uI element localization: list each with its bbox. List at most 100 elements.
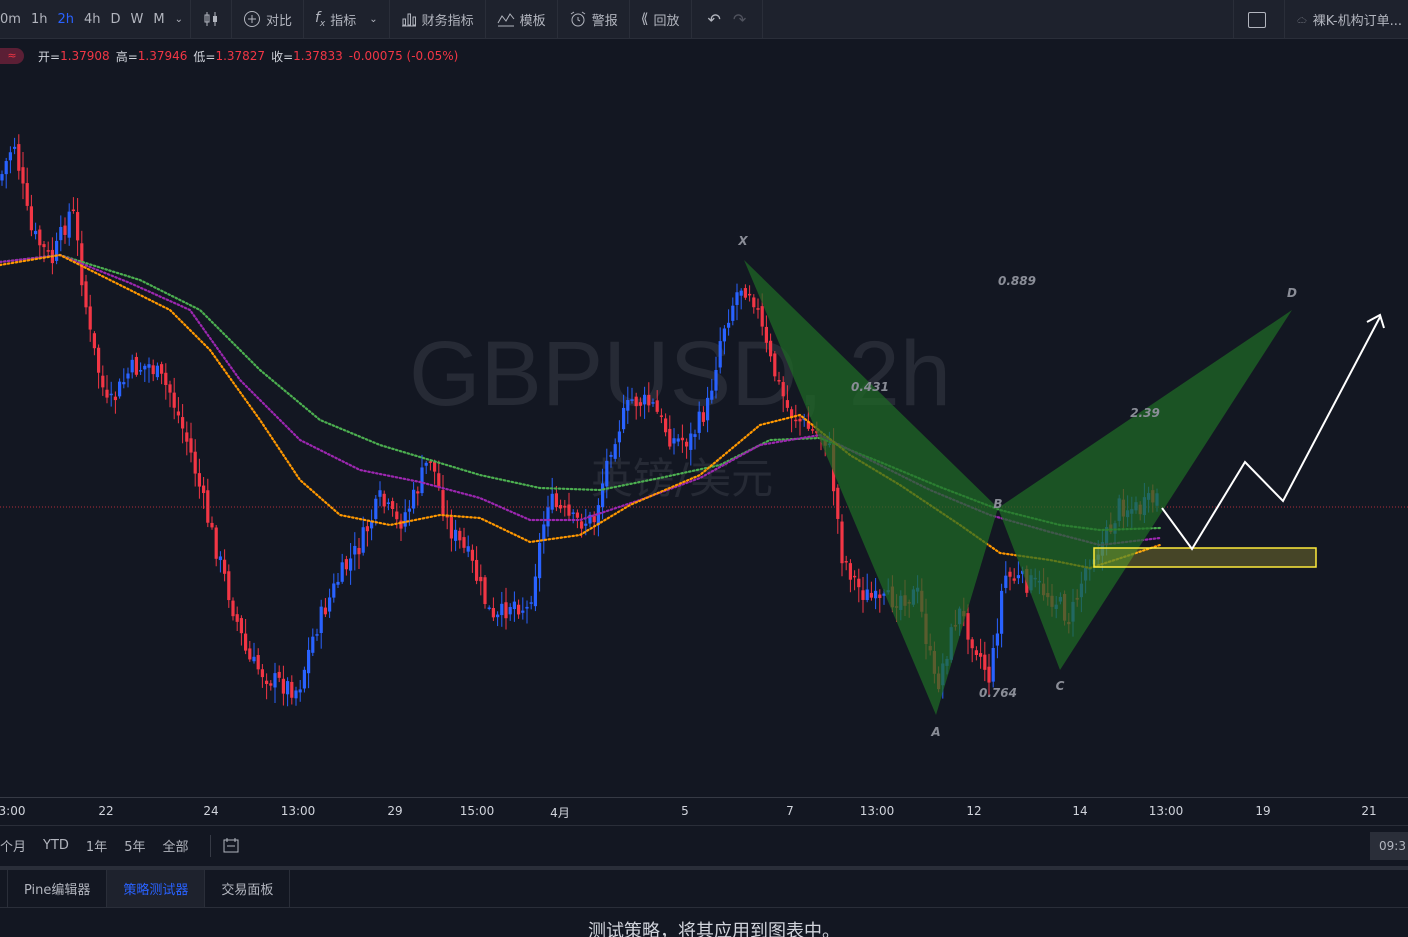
indicators-button[interactable]: fx 指标 ⌄ [306, 0, 387, 38]
candle-body [706, 397, 710, 421]
pattern-label-x: X [737, 234, 748, 248]
candle-body [769, 340, 773, 357]
timeframe-w[interactable]: W [126, 12, 149, 27]
candle-body [4, 161, 8, 175]
timeframe-d[interactable]: D [105, 12, 125, 27]
candle-body [332, 583, 336, 598]
chart-type-button[interactable] [193, 0, 229, 38]
range-1y[interactable]: 1年 [86, 836, 116, 855]
candle-body [97, 347, 101, 373]
range-5y[interactable]: 5年 [124, 836, 154, 855]
replay-button[interactable]: ⟪ 回放 [632, 0, 689, 38]
candle-body [105, 389, 109, 398]
timeframe-2h[interactable]: 2h [52, 12, 79, 27]
layout-square-icon[interactable] [1248, 11, 1266, 28]
candle-body [760, 306, 764, 327]
candle-body [559, 505, 563, 509]
tab-strategy-tester[interactable]: 策略测试器 [107, 870, 206, 907]
candle-body [508, 606, 512, 615]
timeframe-dropdown-chevron-icon[interactable]: ⌄ [170, 14, 188, 25]
financials-button[interactable]: 财务指标 [392, 0, 483, 38]
toolbar-separator [1233, 0, 1234, 39]
timeframe-1h[interactable]: 1h [26, 12, 53, 27]
toolbar-separator [690, 0, 692, 39]
candle-body [693, 434, 697, 437]
ratio-xb: 0.431 [851, 380, 889, 394]
candle-body [756, 308, 760, 310]
candle-body [181, 417, 185, 429]
alerts-button[interactable]: 警报 [560, 0, 627, 38]
price-chart[interactable]: GBPUSD, 2h 英镑/美元 X A B C D 0.431 0.889 0… [0, 39, 1408, 797]
candle-body [617, 431, 621, 443]
candle-body [840, 521, 844, 564]
candle-body [202, 485, 206, 494]
candle-body [1008, 571, 1012, 577]
cloud-layout-button[interactable]: 裸K-机构订单... [1284, 0, 1408, 39]
candle-body [672, 438, 676, 444]
candle-body [483, 577, 487, 605]
candle-body [382, 493, 386, 507]
candle-body [727, 322, 731, 328]
goto-date-icon[interactable] [221, 837, 241, 855]
candle-body [1016, 575, 1020, 579]
candle-body [836, 487, 840, 519]
candle-body [731, 305, 735, 321]
candle-body [92, 333, 96, 349]
target-zone [1093, 547, 1317, 568]
timeframe-m[interactable]: M [148, 12, 169, 27]
candle-body [609, 454, 613, 457]
candle-body [764, 326, 768, 343]
candle-body [878, 594, 882, 598]
compare-label: 对比 [265, 13, 292, 29]
candle-body [63, 225, 67, 235]
undo-button[interactable]: ↶ [694, 0, 729, 38]
time-tick: 19 [1255, 804, 1271, 818]
candle-body [101, 375, 105, 388]
candle-body [811, 429, 815, 431]
undo-icon: ↶ [707, 9, 721, 29]
range-all[interactable]: 全部 [162, 836, 197, 855]
candle-body [592, 516, 596, 523]
candle-body [340, 562, 344, 582]
tab-pine-editor[interactable]: Pine编辑器 [8, 870, 108, 907]
candle-body [214, 527, 218, 559]
candle-body [374, 498, 378, 519]
candle-body [664, 418, 668, 433]
templates-button[interactable]: 模板 [488, 0, 555, 38]
tab-trading-panel[interactable]: 交易面板 [205, 870, 291, 907]
watermark-name: 英镑/美元 [591, 454, 773, 503]
range-months[interactable]: 个月 [0, 836, 35, 855]
candle-body [974, 650, 978, 656]
candle-body [323, 607, 327, 615]
candle-body [781, 382, 785, 397]
candle-body [176, 411, 180, 416]
range-ytd[interactable]: YTD [43, 838, 78, 853]
candle-body [853, 575, 857, 578]
candle-body [412, 489, 416, 509]
candle-body [491, 608, 495, 618]
candle-body [67, 211, 71, 238]
timeframe-0m[interactable]: 0m [0, 12, 26, 27]
candle-body [647, 394, 651, 406]
candle-body [130, 359, 134, 373]
templates-label: 模板 [519, 13, 546, 29]
timeframe-4h[interactable]: 4h [79, 12, 106, 27]
redo-button[interactable]: ↷ [729, 0, 760, 38]
indicators-chevron-icon[interactable]: ⌄ [369, 14, 377, 25]
toolbar-separator [230, 0, 232, 39]
candle-body [311, 636, 315, 653]
timeframe-selector: 0m 1h 2h 4h D W M ⌄ [0, 0, 188, 38]
replay-label: 回放 [653, 13, 680, 29]
candle-body [403, 512, 407, 527]
candle-body [290, 681, 294, 698]
compare-button[interactable]: 对比 [234, 0, 301, 38]
current-time[interactable]: 09:3 [1370, 832, 1408, 860]
bar-chart-icon [401, 13, 416, 27]
candle-body [349, 558, 353, 571]
candle-body [748, 293, 752, 296]
candle-body [542, 524, 546, 542]
time-axis[interactable]: 3:00 22 24 13:00 29 15:00 4月 5 7 13:00 1… [0, 797, 1408, 824]
pattern-label-d: D [1287, 286, 1297, 300]
candle-body [328, 597, 332, 612]
candle-body [302, 669, 306, 689]
